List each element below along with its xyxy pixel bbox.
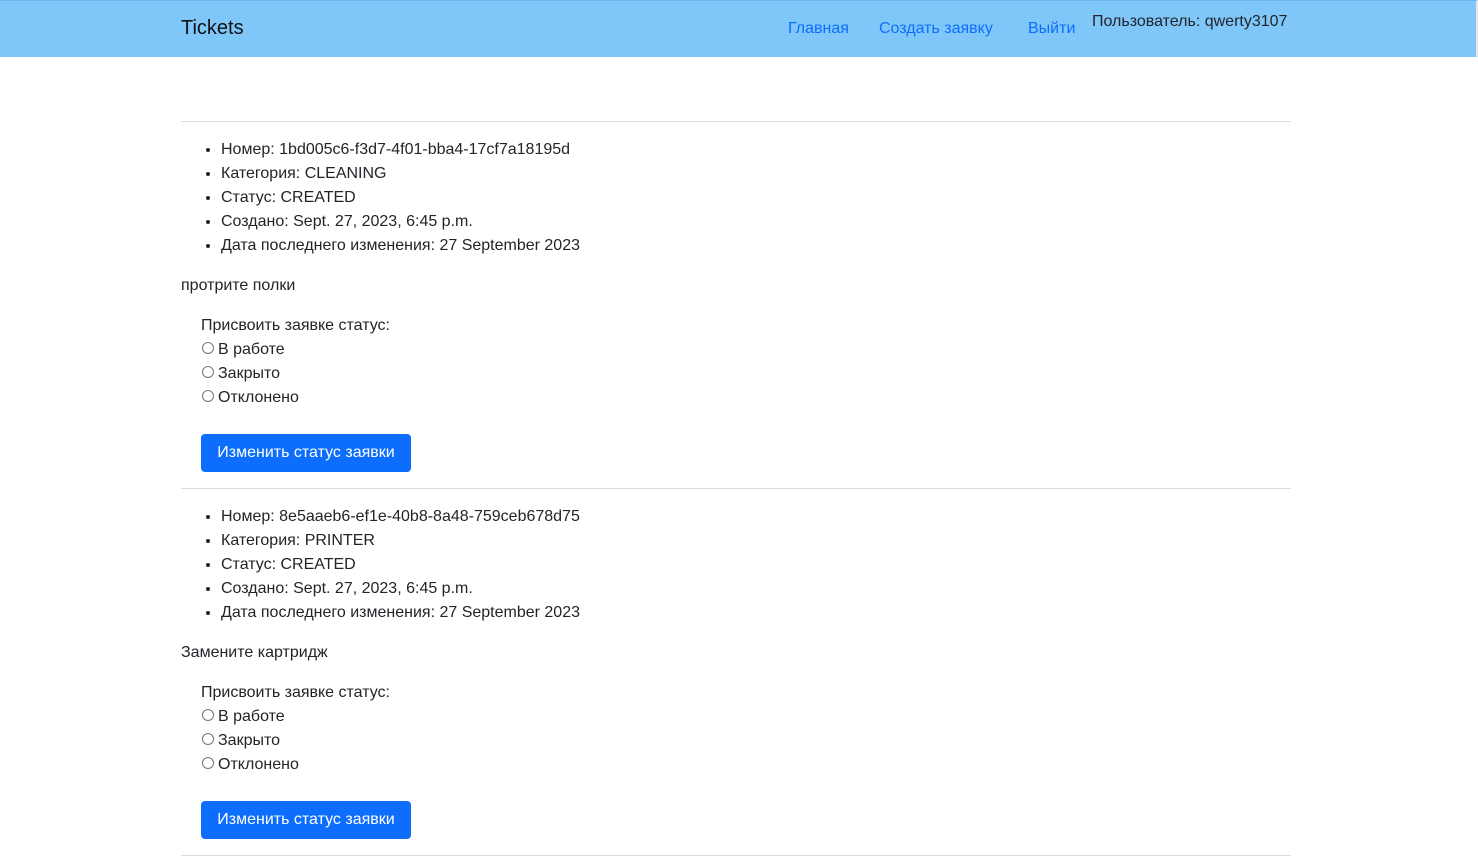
status-option-rejected[interactable]: Отклонено	[201, 386, 390, 410]
ticket-number: Номер: 1bd005c6-f3d7-4f01-bba4-17cf7a181…	[221, 138, 1291, 162]
status-form: Присвоить заявке статус: В работе Закрыт…	[201, 314, 390, 410]
ticket-card: Номер: 8e5aaeb6-ef1e-40b8-8a48-759ceb678…	[181, 505, 1291, 845]
status-radio-in-progress[interactable]	[202, 342, 214, 354]
status-radio-rejected[interactable]	[202, 757, 214, 769]
ticket-created: Создано: Sept. 27, 2023, 6:45 p.m.	[221, 577, 1291, 601]
status-option-closed[interactable]: Закрыто	[201, 362, 390, 386]
divider	[181, 855, 1291, 856]
status-radio-in-progress[interactable]	[202, 709, 214, 721]
status-form: Присвоить заявке статус: В работе Закрыт…	[201, 681, 390, 777]
status-prompt: Присвоить заявке статус:	[201, 317, 390, 334]
nav-link-home[interactable]: Главная	[788, 20, 849, 38]
status-option-closed[interactable]: Закрыто	[201, 729, 390, 753]
status-radio-closed[interactable]	[202, 366, 214, 378]
ticket-status: Статус: CREATED	[221, 186, 1291, 210]
navbar: Tickets Главная Создать заявку Выйти Пол…	[0, 0, 1478, 57]
change-status-button[interactable]: Изменить статус заявки	[201, 434, 411, 472]
ticket-created: Создано: Sept. 27, 2023, 6:45 p.m.	[221, 210, 1291, 234]
ticket-description: Замените картридж	[181, 644, 328, 661]
ticket-status: Статус: CREATED	[221, 553, 1291, 577]
ticket-modified: Дата последнего изменения: 27 September …	[221, 601, 1291, 625]
change-status-button[interactable]: Изменить статус заявки	[201, 801, 411, 839]
status-radio-closed[interactable]	[202, 733, 214, 745]
status-prompt: Присвоить заявке статус:	[201, 684, 390, 701]
ticket-category: Категория: PRINTER	[221, 529, 1291, 553]
divider	[181, 488, 1291, 489]
current-user-label: Пользователь: qwerty3107	[1092, 13, 1288, 30]
status-radio-rejected[interactable]	[202, 390, 214, 402]
nav-link-create-ticket[interactable]: Создать заявку	[879, 20, 993, 38]
ticket-description: протрите полки	[181, 277, 296, 294]
status-option-label: Отклонено	[218, 389, 299, 406]
status-option-label: В работе	[218, 708, 285, 725]
ticket-category: Категория: CLEANING	[221, 162, 1291, 186]
status-option-in-progress[interactable]: В работе	[201, 338, 390, 362]
status-option-label: Закрыто	[218, 365, 281, 382]
status-option-label: Отклонено	[218, 756, 299, 773]
status-option-label: В работе	[218, 341, 285, 358]
ticket-number: Номер: 8e5aaeb6-ef1e-40b8-8a48-759ceb678…	[221, 505, 1291, 529]
ticket-details: Номер: 1bd005c6-f3d7-4f01-bba4-17cf7a181…	[181, 138, 1291, 258]
nav-link-logout[interactable]: Выйти	[1028, 20, 1075, 38]
ticket-modified: Дата последнего изменения: 27 September …	[221, 234, 1291, 258]
divider	[181, 121, 1291, 122]
ticket-card: Номер: 1bd005c6-f3d7-4f01-bba4-17cf7a181…	[181, 138, 1291, 478]
status-option-label: Закрыто	[218, 732, 281, 749]
brand-link[interactable]: Tickets	[181, 17, 244, 40]
status-option-rejected[interactable]: Отклонено	[201, 753, 390, 777]
status-option-in-progress[interactable]: В работе	[201, 705, 390, 729]
ticket-details: Номер: 8e5aaeb6-ef1e-40b8-8a48-759ceb678…	[181, 505, 1291, 625]
